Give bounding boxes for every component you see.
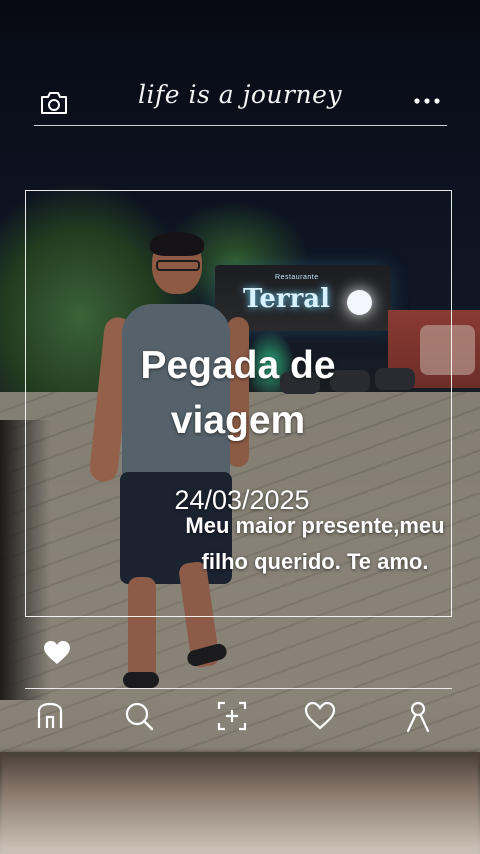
heart-outline-icon[interactable] (302, 698, 338, 734)
bottom-nav (0, 692, 480, 742)
profile-icon[interactable] (400, 698, 436, 734)
top-divider (34, 125, 447, 126)
post-caption: Meu maior presente,meu filho querido. Te… (185, 513, 445, 574)
add-icon[interactable] (214, 698, 250, 734)
app-brand-title: life is a journey (138, 80, 342, 109)
post-title: Pegada de viagem (140, 344, 336, 442)
top-bar: life is a journey (0, 78, 480, 128)
left-sandal (123, 672, 159, 688)
bottom-divider (25, 688, 452, 689)
blurred-floor (0, 752, 480, 854)
heart-icon[interactable] (43, 640, 71, 666)
search-icon[interactable] (121, 698, 157, 734)
more-icon[interactable] (412, 96, 442, 106)
home-icon[interactable] (32, 698, 68, 734)
